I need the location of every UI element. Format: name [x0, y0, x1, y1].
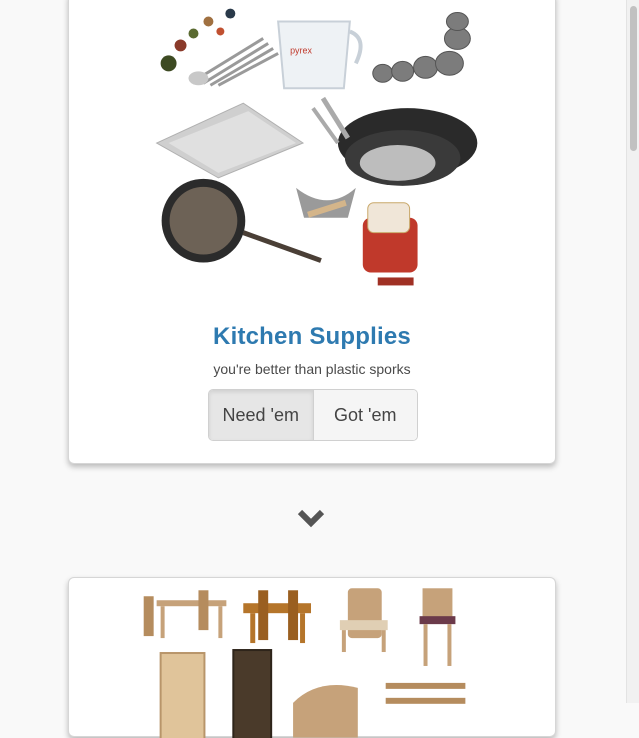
- kitchen-supplies-card: pyrex Kitchen Supplies you're better tha…: [68, 0, 556, 464]
- furniture-card: [68, 577, 556, 738]
- mortar-pestle-icon: [296, 187, 356, 218]
- scrollbar-thumb[interactable]: [630, 6, 637, 151]
- wood-table-icon: [243, 590, 312, 644]
- chevron-down-icon[interactable]: [297, 508, 325, 528]
- scrollbar[interactable]: [626, 0, 639, 703]
- frying-pans-icon: [311, 96, 478, 186]
- bunk-bed-icon: [385, 682, 466, 689]
- furniture-image: [143, 588, 466, 738]
- got-em-button[interactable]: Got 'em: [312, 390, 417, 440]
- appliance-icon: [362, 202, 418, 286]
- pyrex-cup-icon: pyrex: [277, 20, 363, 90]
- bar-stool-icon: [419, 588, 456, 666]
- bed-icon: [293, 685, 358, 738]
- card-subtitle: you're better than plastic sporks: [213, 361, 411, 377]
- svg-text:pyrex: pyrex: [290, 45, 312, 55]
- kitchen-supplies-image: pyrex: [155, 8, 478, 286]
- cabinet-icon: [159, 652, 206, 738]
- card-title: Kitchen Supplies: [213, 323, 411, 350]
- armchair-icon: [339, 588, 388, 653]
- status-toggle: Need 'em Got 'em: [208, 389, 418, 441]
- dining-set-icon: [143, 590, 227, 639]
- hutch-icon: [232, 649, 273, 738]
- need-em-button[interactable]: Need 'em: [209, 390, 313, 440]
